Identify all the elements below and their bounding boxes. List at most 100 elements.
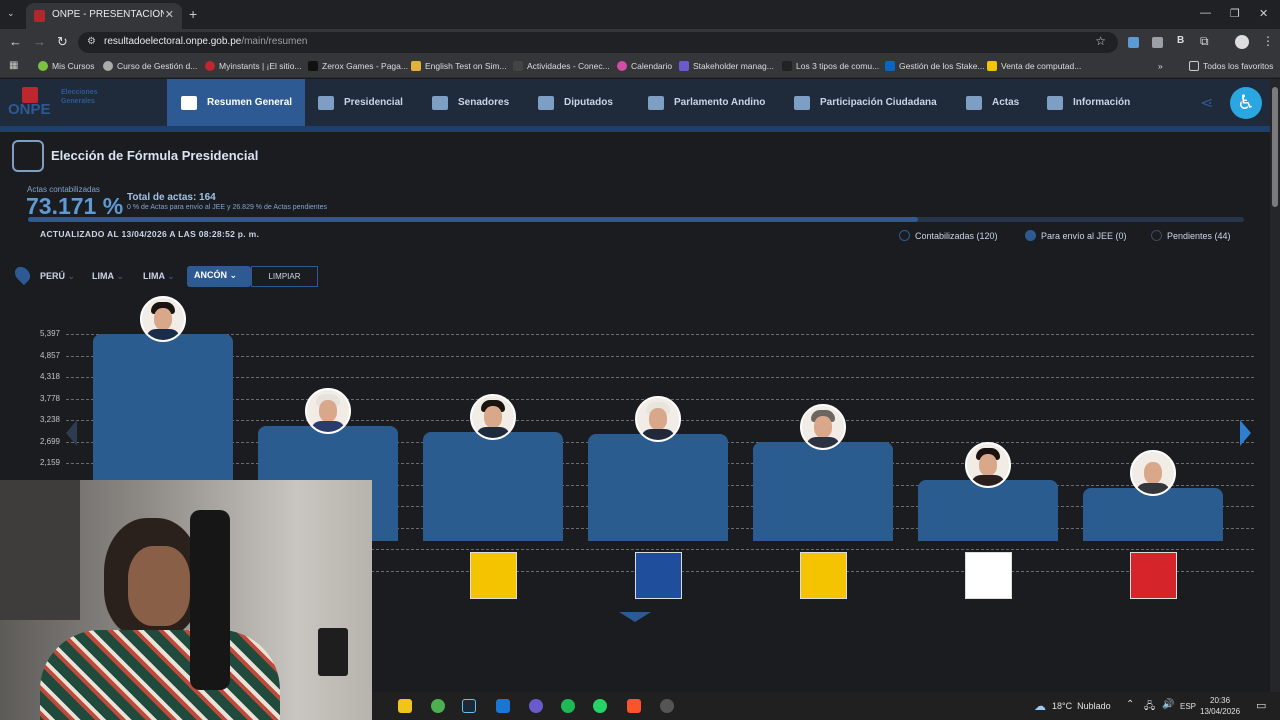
candidate-photo[interactable] [800, 404, 846, 451]
bookmark-item[interactable]: Zerox Games - Paga... [308, 61, 408, 71]
site-nav: ONPE Elecciones Generales Resumen Genera… [0, 79, 1270, 126]
party-logo-icon[interactable] [800, 552, 847, 599]
bookmark-item[interactable]: Gestión de los Stake... [885, 61, 985, 71]
media-player-icon[interactable] [496, 699, 510, 713]
webcam-person-face [128, 546, 190, 626]
browser-menu-icon[interactable]: ⋮ [1262, 34, 1274, 48]
site-info-icon[interactable]: ⚙ [87, 36, 96, 47]
volume-icon[interactable]: 🔊 [1162, 699, 1174, 710]
close-tab-icon[interactable]: ✕ [165, 8, 174, 21]
notification-icon[interactable]: ▭ [1256, 699, 1266, 712]
weather-text[interactable]: 18°C Nublado [1052, 701, 1111, 711]
candidate-bar[interactable] [918, 480, 1058, 541]
store-icon[interactable] [398, 699, 412, 713]
onpe-logo[interactable]: ONPE Elecciones Generales [8, 87, 158, 119]
checklist-icon [966, 95, 982, 110]
new-tab-icon[interactable]: + [189, 6, 197, 22]
nav-diputados[interactable]: Diputados [538, 79, 613, 126]
candidate-bar[interactable] [753, 442, 893, 541]
bookmark-item[interactable]: Curso de Gestión d... [103, 61, 197, 71]
bookmark-item[interactable]: Myinstants | ¡El sitio... [205, 61, 302, 71]
accessibility-icon[interactable]: ♿ [1230, 87, 1262, 119]
forward-icon[interactable]: → [33, 34, 46, 49]
network-icon[interactable]: 🖧 [1144, 699, 1155, 716]
whatsapp-icon[interactable] [593, 699, 607, 713]
back-icon[interactable]: ← [9, 34, 22, 49]
chart-next-arrow-icon[interactable] [1240, 420, 1251, 446]
candidate-photo[interactable] [635, 395, 681, 442]
close-window-icon[interactable]: ✕ [1259, 7, 1268, 20]
bookmark-star-icon[interactable]: ☆ [1095, 34, 1106, 48]
extension-icon[interactable] [1128, 37, 1139, 48]
people-icon [794, 95, 810, 110]
obs-icon[interactable] [529, 699, 543, 713]
candidate-photo[interactable] [1130, 450, 1176, 497]
restore-icon[interactable]: ❐ [1230, 7, 1240, 20]
apps-grid-icon[interactable]: ▦ [9, 60, 18, 71]
candidate-photo[interactable] [305, 388, 351, 435]
gridline [66, 334, 1254, 335]
nav-participacion-ciudadana[interactable]: Participación Ciudadana [794, 79, 937, 126]
nav-resumen-general[interactable]: Resumen General [167, 79, 305, 126]
steam-icon[interactable] [462, 699, 476, 713]
webcam-speaker [318, 628, 348, 676]
clock-date[interactable]: 13/04/2026 [1200, 707, 1240, 716]
chrome-icon[interactable] [431, 699, 445, 713]
all-bookmarks-folder[interactable]: Todos los favoritos [1189, 61, 1273, 71]
bookmark-item[interactable]: Mis Cursos [38, 61, 95, 71]
bookmark-item[interactable]: Venta de computad... [987, 61, 1081, 71]
candidate-photo[interactable] [470, 394, 516, 441]
browser-tab-bar: ⌄ ONPE - PRESENTACIÓN DE RES ✕ + — ❐ ✕ [0, 0, 1280, 29]
extensions-puzzle-icon[interactable]: ⧉ [1200, 34, 1209, 49]
selected-candidate-marker-icon [619, 612, 651, 622]
bookmark-item[interactable]: Stakeholder manag... [679, 61, 774, 71]
nav-actas[interactable]: Actas [966, 79, 1019, 126]
tab-list-icon[interactable]: ⌄ [7, 8, 15, 19]
profile-avatar[interactable] [1235, 35, 1249, 49]
bookmark-item[interactable]: Calendario [617, 61, 672, 71]
gridline [66, 377, 1254, 378]
clock-time[interactable]: 20:36 [1210, 696, 1230, 705]
senate-icon [432, 95, 448, 110]
url-host: resultadoelectoral.onpe.gob.pe [104, 36, 242, 47]
party-logo-icon[interactable] [635, 552, 682, 599]
bookmark-item[interactable]: English Test on Sim... [411, 61, 507, 71]
candidate-photo[interactable] [140, 296, 186, 342]
candidate-bar[interactable] [423, 432, 563, 541]
brave-icon[interactable] [627, 699, 641, 713]
spotify-icon[interactable] [561, 699, 575, 713]
nav-presidencial[interactable]: Presidencial [318, 79, 403, 126]
candidate-photo[interactable] [965, 442, 1011, 489]
seal-icon [318, 95, 334, 110]
y-tick-label: 2,699 [39, 436, 60, 446]
page-scrollbar[interactable] [1270, 79, 1280, 692]
y-tick-label: 5,397 [39, 329, 60, 338]
webcam-person-sweater [40, 630, 280, 720]
tray-chevron-icon[interactable]: ⌃ [1126, 699, 1134, 710]
nav-senadores[interactable]: Senadores [432, 79, 509, 126]
nav-parlamento-andino[interactable]: Parlamento Andino [648, 79, 765, 126]
bookmark-item[interactable]: Los 3 tipos de comu... [782, 61, 879, 71]
extension-icon[interactable] [1152, 37, 1163, 48]
party-logo-icon[interactable] [965, 552, 1012, 599]
logo-subtitle: Elecciones Generales [61, 89, 98, 105]
extension-icon[interactable]: B [1177, 35, 1184, 46]
url-bar[interactable]: ⚙ resultadoelectoral.onpe.gob.pe/main/re… [78, 32, 1118, 53]
minimize-icon[interactable]: — [1200, 7, 1211, 19]
party-logo-icon[interactable] [470, 552, 517, 599]
address-toolbar: ← → ↻ ⚙ resultadoelectoral.onpe.gob.pe/m… [0, 29, 1280, 56]
language-indicator[interactable]: ESP [1180, 702, 1196, 711]
candidate-bar[interactable] [588, 433, 728, 541]
reload-icon[interactable]: ↻ [57, 34, 68, 50]
scrollbar-thumb[interactable] [1272, 87, 1278, 207]
bookmark-item[interactable]: Actividades - Conec... [513, 61, 610, 71]
nav-informacion[interactable]: Información [1047, 79, 1130, 126]
browser-tab[interactable]: ONPE - PRESENTACIÓN DE RES ✕ [26, 3, 182, 29]
app-icon[interactable] [660, 699, 674, 713]
share-icon[interactable]: ⋖ [1200, 93, 1213, 113]
y-tick-label: 4,318 [39, 372, 60, 381]
party-logo-icon[interactable] [1130, 552, 1177, 599]
more-bookmarks-icon[interactable]: » [1158, 61, 1163, 71]
chart-prev-arrow-icon[interactable] [66, 420, 77, 446]
y-tick-label: 2,159 [39, 458, 60, 467]
